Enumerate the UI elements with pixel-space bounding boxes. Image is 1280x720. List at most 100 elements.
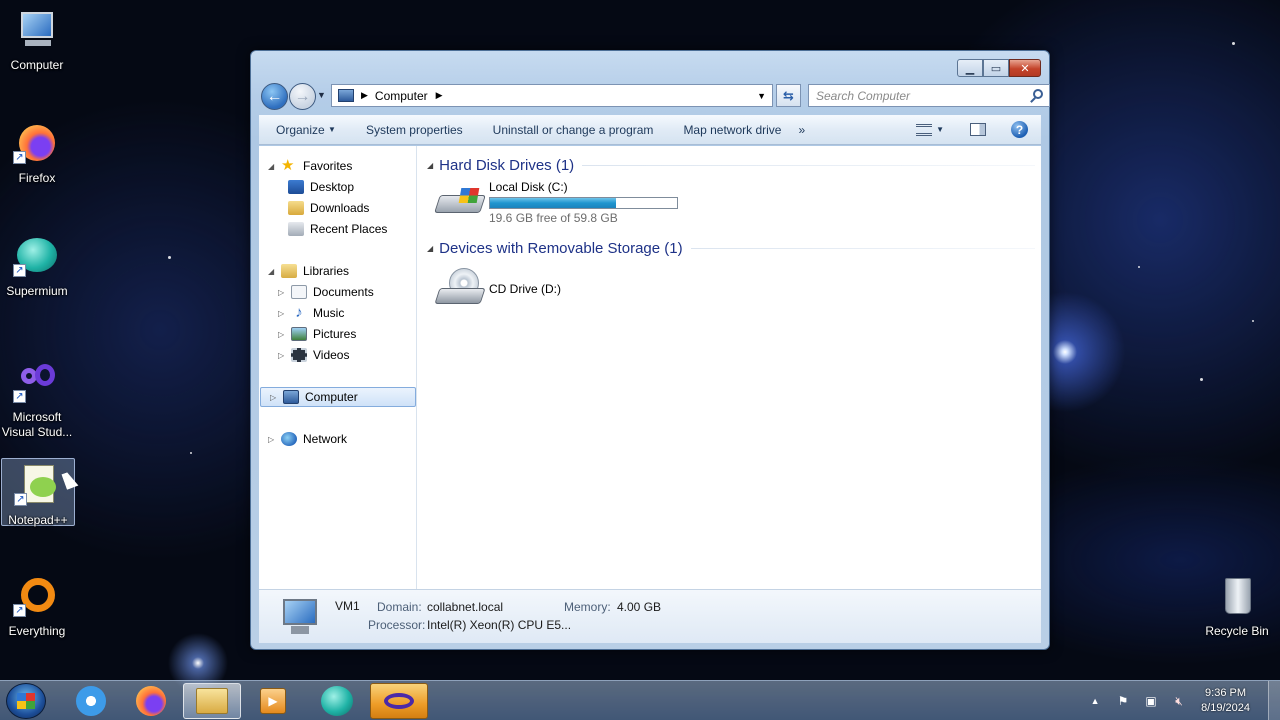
minimize-button[interactable]: ▁ (957, 59, 983, 77)
cd-drive-icon (434, 268, 487, 314)
clock-date: 8/19/2024 (1201, 702, 1250, 714)
recent-places-icon (288, 222, 304, 236)
collapse-arrow-icon[interactable]: ▷ (268, 435, 278, 444)
taskbar-internet-explorer[interactable] (62, 683, 120, 719)
collapse-arrow-icon[interactable]: ▷ (278, 351, 288, 360)
caption-buttons: ▁ ▭ ✕ (957, 59, 1041, 77)
drive-name: CD Drive (D:) (489, 282, 561, 296)
search-input[interactable]: Search Computer (808, 84, 1050, 107)
firefox-icon: ↗ (13, 121, 61, 169)
desktop-icon-supermium[interactable]: ↗ Supermium (0, 230, 74, 299)
nav-recent-places[interactable]: Recent Places (288, 219, 387, 239)
nav-label: Documents (313, 285, 374, 299)
nav-videos[interactable]: ▷ Videos (278, 345, 349, 365)
taskbar-firefox[interactable] (122, 683, 180, 719)
drive-cd-d[interactable]: CD Drive (D:) (434, 268, 561, 314)
uninstall-program-button[interactable]: Uninstall or change a program (478, 115, 669, 144)
desktop-icon-everything[interactable]: ↗ Everything (0, 570, 74, 639)
nav-desktop[interactable]: Desktop (288, 177, 354, 197)
nav-computer[interactable]: ▷ Computer (260, 387, 416, 407)
taskbar-media-player[interactable]: ▶ (244, 683, 302, 719)
system-tray: ▲ ⚑ ▣ 🔇︎ 9:36 PM 8/19/2024 (1081, 681, 1280, 720)
nav-favorites[interactable]: ◢ ★ Favorites (268, 156, 352, 176)
taskbar-windows-explorer[interactable] (183, 683, 241, 719)
desktop-icon-label: Recycle Bin (1205, 624, 1269, 638)
help-icon[interactable]: ? (1011, 121, 1028, 138)
preview-pane-icon[interactable] (970, 123, 986, 136)
nav-label: Downloads (310, 201, 370, 215)
desktop-icon-notepad-plus-plus[interactable]: ↗ Notepad++ (1, 458, 75, 527)
nav-documents[interactable]: ▷ Documents (278, 282, 374, 302)
supermium-icon: ↗ (13, 234, 61, 282)
address-path[interactable]: Computer (375, 89, 428, 103)
collapse-arrow-icon[interactable]: ▷ (270, 393, 280, 402)
desktop-icon-label: Computer (10, 58, 64, 72)
nav-libraries[interactable]: ◢ Libraries (268, 261, 349, 281)
drives-view: ◢ Hard Disk Drives (1) Local Disk (C:) 1… (419, 146, 1041, 589)
desktop-icon-computer[interactable]: Computer (0, 4, 74, 73)
action-center-flag-icon[interactable]: ⚑ (1115, 694, 1131, 708)
collapse-group-icon[interactable]: ◢ (427, 161, 433, 170)
desktop-icon-visual-studio[interactable]: ↗ Microsoft Visual Stud... (0, 356, 74, 440)
forward-button[interactable]: → (289, 83, 316, 110)
start-button[interactable] (6, 683, 46, 719)
chevron-right-icon[interactable]: ▶ (436, 90, 443, 101)
navigation-pane: ◢ ★ Favorites Desktop Downloads Recent P… (259, 146, 417, 589)
system-properties-button[interactable]: System properties (351, 115, 478, 144)
nav-pictures[interactable]: ▷ Pictures (278, 324, 356, 344)
taskbar-supermium[interactable] (308, 683, 366, 719)
collapse-arrow-icon[interactable]: ▷ (278, 330, 288, 339)
more-commands-button[interactable]: » (796, 115, 820, 144)
taskbar-visual-studio[interactable] (370, 683, 428, 719)
nav-downloads[interactable]: Downloads (288, 198, 369, 218)
back-button[interactable]: ← (261, 83, 288, 110)
domain-value: collabnet.local (427, 600, 504, 614)
explorer-window: ▁ ▭ ✕ ← → ▼ ▶ Computer ▶ ▼ ⇆ Search Comp… (250, 50, 1050, 650)
expand-arrow-icon[interactable]: ◢ (268, 267, 278, 276)
desktop-icon-recycle-bin[interactable]: Recycle Bin (1200, 570, 1274, 639)
documents-icon (291, 285, 307, 299)
show-desktop-button[interactable] (1268, 681, 1280, 720)
refresh-button[interactable]: ⇆ (776, 84, 801, 107)
desktop-icon-firefox[interactable]: ↗ Firefox (0, 117, 74, 186)
desktop-icon-label: Supermium (6, 284, 68, 298)
expand-arrow-icon[interactable]: ◢ (268, 162, 278, 171)
windows-logo-icon (17, 693, 35, 709)
hard-drive-icon (434, 180, 487, 220)
star (190, 452, 192, 454)
map-network-drive-button[interactable]: Map network drive (668, 115, 796, 144)
address-dropdown[interactable]: ▼ (757, 91, 766, 101)
music-icon: ♪ (295, 304, 303, 321)
star-icon: ★ (281, 157, 295, 174)
notepad-plus-plus-icon: ↗ (14, 463, 62, 511)
recent-pages-dropdown[interactable]: ▼ (317, 90, 326, 100)
clock[interactable]: 9:36 PM 8/19/2024 (1201, 686, 1250, 716)
change-view-icon[interactable] (916, 123, 933, 136)
drive-local-disk-c[interactable]: Local Disk (C:) 19.6 GB free of 59.8 GB (434, 180, 678, 225)
star (1200, 378, 1203, 381)
nav-music[interactable]: ▷ ♪ Music (278, 303, 344, 323)
volume-muted-icon[interactable]: 🔇︎ (1171, 694, 1187, 708)
collapse-arrow-icon[interactable]: ▷ (278, 288, 288, 297)
collapse-group-icon[interactable]: ◢ (427, 244, 433, 253)
nav-network[interactable]: ▷ Network (268, 429, 347, 449)
nav-label: Pictures (313, 327, 357, 341)
maximize-button[interactable]: ▭ (983, 59, 1009, 77)
command-bar: Organize ▼ System properties Uninstall o… (259, 115, 1041, 145)
group-header-removable-storage[interactable]: ◢ Devices with Removable Storage (1) (427, 238, 1035, 258)
network-status-icon[interactable]: ▣ (1143, 694, 1159, 708)
group-header-hard-disk-drives[interactable]: ◢ Hard Disk Drives (1) (427, 155, 1035, 175)
view-controls: ▼ ? (916, 115, 1041, 144)
everything-icon: ↗ (13, 574, 61, 622)
organize-menu[interactable]: Organize ▼ (259, 115, 351, 144)
nav-label: Music (313, 306, 345, 320)
show-hidden-icons-icon[interactable]: ▲ (1087, 694, 1103, 708)
chevron-down-icon[interactable]: ▼ (936, 125, 944, 134)
nav-label: Favorites (303, 159, 353, 173)
chevron-right-icon[interactable]: ▶ (361, 90, 368, 101)
close-button[interactable]: ✕ (1009, 59, 1041, 77)
search-icon[interactable] (1033, 89, 1043, 99)
group-divider (582, 164, 1035, 166)
address-bar[interactable]: ▶ Computer ▶ ▼ (331, 84, 773, 107)
collapse-arrow-icon[interactable]: ▷ (278, 309, 288, 318)
